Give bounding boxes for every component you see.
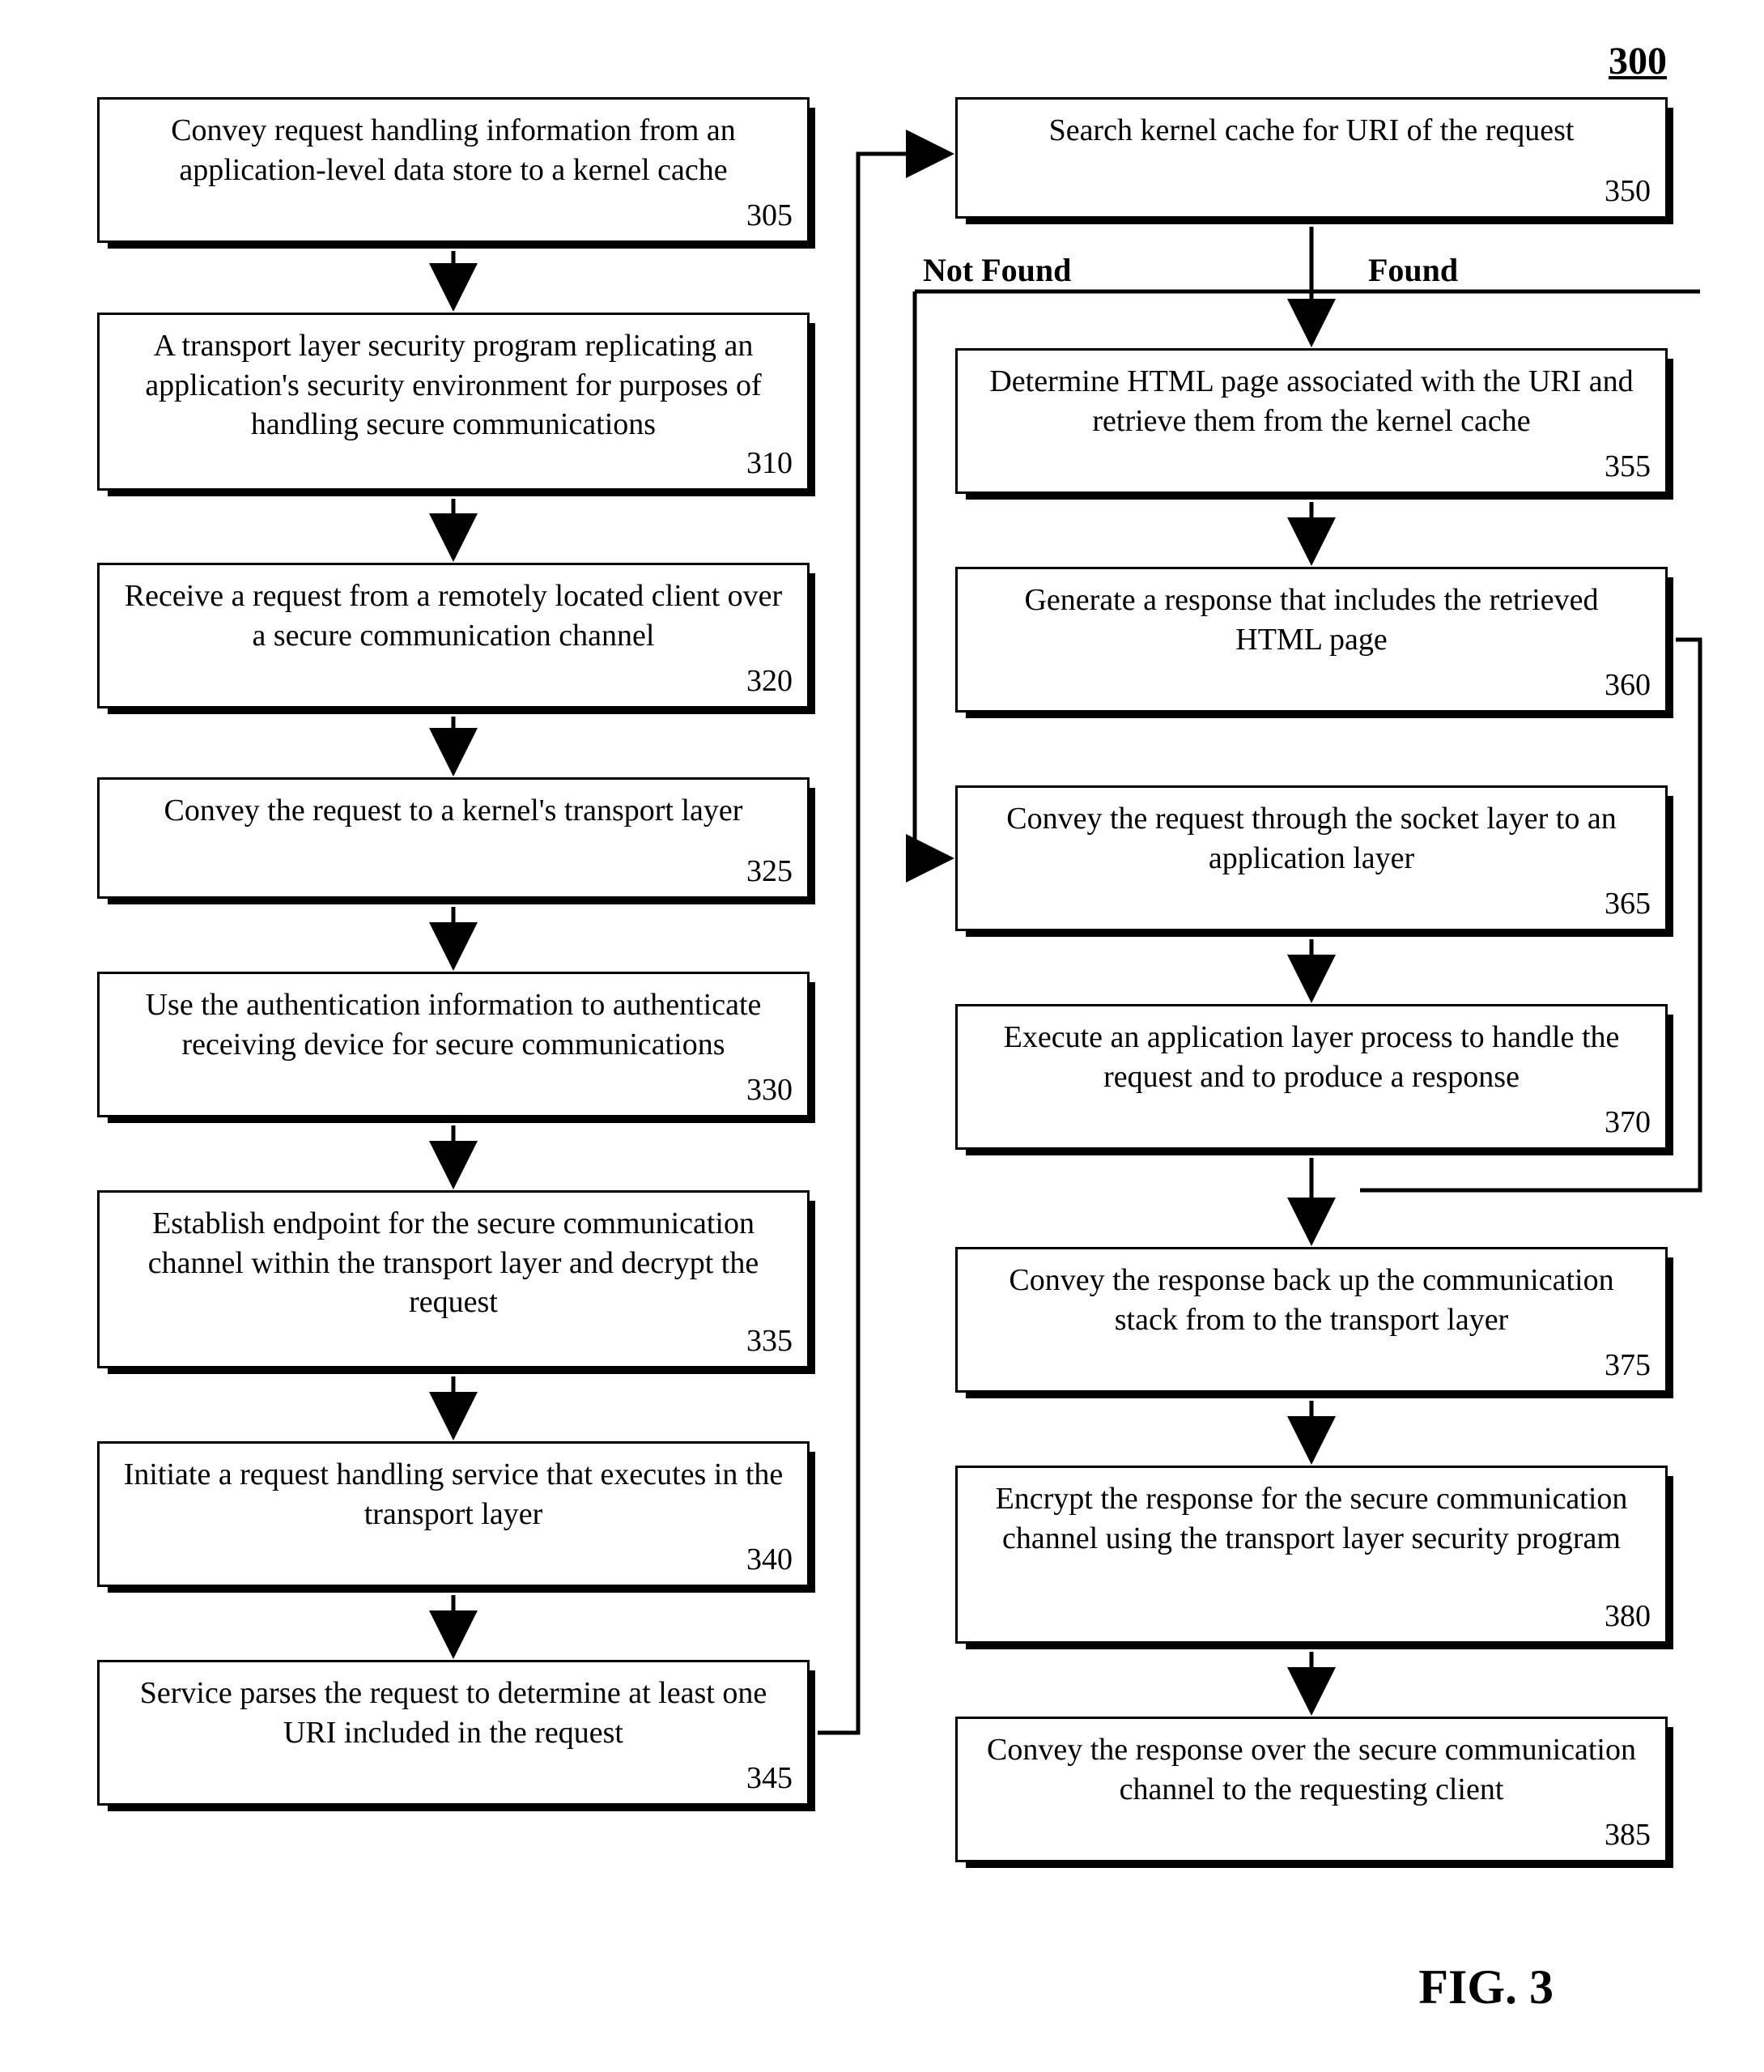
step-text: Convey the response over the secure comm…: [987, 1733, 1636, 1806]
step-325: Convey the request to a kernel's transpo…: [97, 777, 810, 899]
step-text: Convey the request to a kernel's transpo…: [164, 793, 743, 828]
step-num: 335: [746, 1321, 793, 1361]
step-text: Receive a request from a remotely locate…: [125, 579, 782, 653]
step-365: Convey the request through the socket la…: [955, 785, 1668, 931]
step-370: Execute an application layer process to …: [955, 1004, 1668, 1150]
step-text: Use the authentication information to au…: [146, 988, 762, 1062]
step-360: Generate a response that includes the re…: [955, 567, 1668, 713]
step-text: Establish endpoint for the secure commun…: [148, 1206, 759, 1319]
step-310: A transport layer security program repli…: [97, 313, 810, 491]
step-text: Determine HTML page associated with the …: [989, 364, 1633, 438]
step-330: Use the authentication information to au…: [97, 972, 810, 1117]
step-350: Search kernel cache for URI of the reque…: [955, 97, 1668, 219]
step-text: Initiate a request handling service that…: [124, 1457, 784, 1531]
step-num: 320: [746, 662, 793, 701]
label-found: Found: [1368, 251, 1458, 289]
step-text: Convey request handling information from…: [171, 113, 736, 187]
step-text: Search kernel cache for URI of the reque…: [1049, 113, 1575, 147]
step-text: A transport layer security program repli…: [145, 329, 761, 441]
step-385: Convey the response over the secure comm…: [955, 1717, 1668, 1862]
step-380: Encrypt the response for the secure comm…: [955, 1466, 1668, 1644]
step-text: Execute an application layer process to …: [1004, 1020, 1620, 1094]
step-num: 340: [746, 1540, 793, 1580]
step-num: 355: [1605, 447, 1651, 487]
step-320: Receive a request from a remotely locate…: [97, 563, 810, 708]
page-number: 300: [1609, 39, 1667, 83]
step-num: 360: [1605, 666, 1651, 705]
step-375: Convey the response back up the communic…: [955, 1247, 1668, 1393]
step-text: Convey the request through the socket la…: [1006, 802, 1616, 875]
step-num: 370: [1605, 1103, 1651, 1142]
step-num: 350: [1605, 172, 1651, 211]
step-335: Establish endpoint for the secure commun…: [97, 1190, 810, 1368]
step-text: Convey the response back up the communic…: [1009, 1263, 1613, 1337]
step-num: 310: [746, 444, 793, 483]
figure-caption: FIG. 3: [1418, 1959, 1554, 2015]
step-num: 385: [1605, 1815, 1651, 1855]
step-num: 380: [1605, 1597, 1651, 1636]
step-345: Service parses the request to determine …: [97, 1660, 810, 1806]
step-305: Convey request handling information from…: [97, 97, 810, 243]
step-num: 305: [746, 196, 793, 236]
step-text: Generate a response that includes the re…: [1024, 583, 1598, 657]
step-num: 345: [746, 1759, 793, 1798]
step-num: 365: [1605, 884, 1651, 924]
step-num: 325: [746, 852, 793, 891]
step-text: Encrypt the response for the secure comm…: [996, 1482, 1628, 1555]
step-340: Initiate a request handling service that…: [97, 1441, 810, 1587]
step-text: Service parses the request to determine …: [140, 1676, 767, 1750]
step-355: Determine HTML page associated with the …: [955, 348, 1668, 494]
step-num: 375: [1605, 1346, 1651, 1385]
step-num: 330: [746, 1070, 793, 1110]
label-not-found: Not Found: [923, 251, 1071, 289]
